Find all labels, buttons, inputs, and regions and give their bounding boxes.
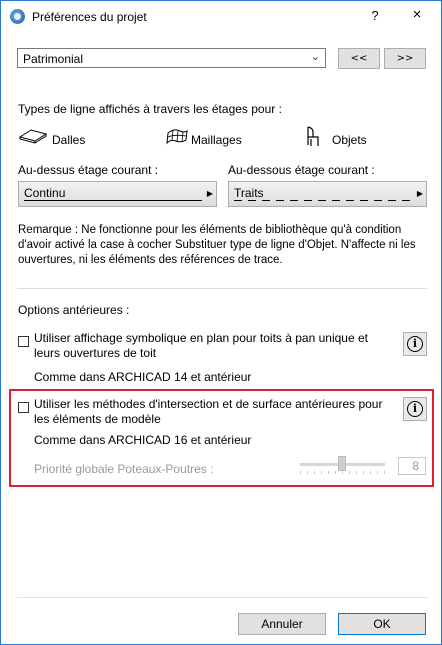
dialog-title: Préférences du projet [32, 10, 147, 24]
dialog-window: Préférences du projet ? × Patrimonial ⌄ … [0, 0, 442, 645]
mesh-icon [166, 129, 188, 145]
symbolic-roof-display-checkbox[interactable] [18, 336, 29, 347]
info-icon: i [407, 336, 423, 352]
archicad14-note: Comme dans ARCHICAD 14 et antérieur [34, 370, 252, 384]
legacy-intersection-checkbox[interactable] [18, 402, 29, 413]
meshes-label: Maillages [191, 133, 242, 147]
symbolic-roof-display-label[interactable]: Utiliser affichage symbolique en plan po… [34, 331, 379, 361]
footer-divider [17, 597, 427, 598]
next-preset-button[interactable]: >> [384, 48, 426, 69]
preset-dropdown-value: Patrimonial [23, 52, 84, 66]
ok-button[interactable]: OK [338, 613, 426, 635]
above-story-label: Au-dessus étage courant : [18, 163, 159, 177]
archicad16-note: Comme dans ARCHICAD 16 et antérieur [34, 433, 252, 447]
previous-preset-button[interactable]: << [338, 48, 380, 69]
slab-icon [19, 129, 47, 144]
title-bar: Préférences du projet ? × [1, 1, 441, 32]
priority-slider-thumb[interactable] [338, 456, 346, 471]
priority-slider-ticks [300, 471, 385, 474]
above-story-linetype-value: Continu [24, 186, 66, 200]
archicad-app-icon [10, 9, 25, 24]
triangle-right-icon: ▶ [206, 189, 213, 198]
solid-line-preview [24, 200, 202, 201]
triangle-right-icon: ▶ [416, 189, 423, 198]
legacy-intersection-label[interactable]: Utiliser les méthodes d'intersection et … [34, 397, 394, 427]
cancel-button[interactable]: Annuler [238, 613, 326, 635]
dashed-line-preview [234, 200, 412, 201]
info-button-option1[interactable]: i [403, 332, 427, 356]
preset-dropdown[interactable]: Patrimonial ⌄ [17, 48, 326, 68]
chevron-down-icon: ⌄ [310, 51, 320, 63]
section-divider [17, 288, 427, 289]
objects-label: Objets [332, 133, 367, 147]
below-story-linetype-value: Traits [234, 186, 264, 200]
above-story-linetype-popup[interactable]: Continu ▶ [18, 181, 217, 207]
below-story-linetype-popup[interactable]: Traits ▶ [228, 181, 427, 207]
legacy-options-heading: Options antérieures : [18, 303, 130, 317]
info-icon: i [407, 401, 423, 417]
below-story-label: Au-dessous étage courant : [228, 163, 375, 177]
object-chair-icon [307, 126, 319, 146]
column-beam-priority-label: Priorité globale Poteaux-Poutres : [34, 462, 214, 476]
line-types-heading: Types de ligne affichés à travers les ét… [18, 102, 282, 116]
close-button[interactable]: × [410, 6, 424, 23]
help-button[interactable]: ? [369, 8, 381, 23]
info-button-option2[interactable]: i [403, 397, 427, 421]
priority-value-field[interactable]: 8 [398, 457, 426, 475]
slabs-label: Dalles [52, 133, 86, 147]
remark-text: Remarque : Ne fonctionne pour les élémen… [18, 224, 416, 266]
